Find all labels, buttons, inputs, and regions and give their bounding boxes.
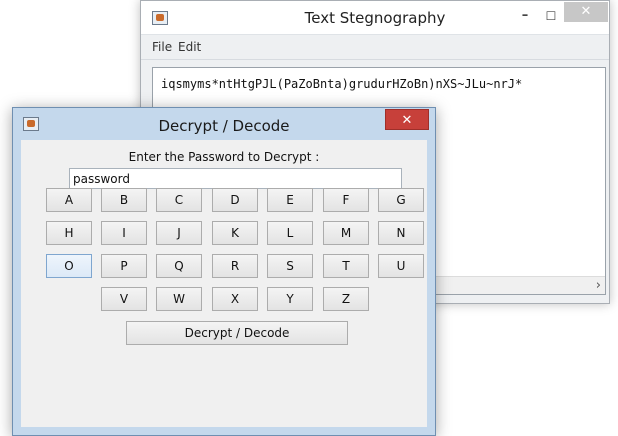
minimize-button[interactable]: – bbox=[512, 5, 538, 27]
dialog-title: Decrypt / Decode bbox=[158, 117, 290, 135]
close-button[interactable]: ✕ bbox=[564, 2, 608, 22]
maximize-button[interactable]: ☐ bbox=[538, 5, 564, 27]
key-n[interactable]: N bbox=[378, 221, 424, 245]
cipher-text: iqsmyms*ntHtgPJL(PaZoBnta)grudurHZoBn)nX… bbox=[161, 77, 523, 91]
main-titlebar[interactable]: Text Stegnography – ☐ ✕ bbox=[141, 1, 609, 34]
key-m[interactable]: M bbox=[323, 221, 369, 245]
key-d[interactable]: D bbox=[212, 188, 258, 212]
key-i[interactable]: I bbox=[101, 221, 147, 245]
key-s[interactable]: S bbox=[267, 254, 313, 278]
password-prompt-label: Enter the Password to Decrypt : bbox=[128, 150, 320, 164]
key-q[interactable]: Q bbox=[156, 254, 202, 278]
key-h[interactable]: H bbox=[46, 221, 92, 245]
dialog-close-button[interactable]: ✕ bbox=[385, 109, 429, 130]
key-u[interactable]: U bbox=[378, 254, 424, 278]
key-p[interactable]: P bbox=[101, 254, 147, 278]
dialog-titlebar[interactable]: Decrypt / Decode ✕ bbox=[13, 108, 435, 140]
decrypt-dialog: Decrypt / Decode ✕ Enter the Password to… bbox=[12, 107, 436, 436]
key-f[interactable]: F bbox=[323, 188, 369, 212]
key-x[interactable]: X bbox=[212, 287, 258, 311]
key-c[interactable]: C bbox=[156, 188, 202, 212]
menu-bar: File Edit bbox=[141, 34, 609, 60]
key-l[interactable]: L bbox=[267, 221, 313, 245]
decrypt-decode-button[interactable]: Decrypt / Decode bbox=[126, 321, 348, 345]
key-b[interactable]: B bbox=[101, 188, 147, 212]
menu-file[interactable]: File bbox=[152, 40, 172, 54]
key-k[interactable]: K bbox=[212, 221, 258, 245]
menu-edit[interactable]: Edit bbox=[178, 40, 201, 54]
key-e[interactable]: E bbox=[267, 188, 313, 212]
key-y[interactable]: Y bbox=[267, 287, 313, 311]
key-z[interactable]: Z bbox=[323, 287, 369, 311]
key-w[interactable]: W bbox=[156, 287, 202, 311]
key-g[interactable]: G bbox=[378, 188, 424, 212]
key-t[interactable]: T bbox=[323, 254, 369, 278]
scroll-right-arrow-icon[interactable]: › bbox=[596, 277, 601, 294]
key-o[interactable]: O bbox=[46, 254, 92, 278]
key-r[interactable]: R bbox=[212, 254, 258, 278]
password-input[interactable] bbox=[69, 168, 402, 189]
key-v[interactable]: V bbox=[101, 287, 147, 311]
dialog-body: Enter the Password to Decrypt : A B C D … bbox=[21, 140, 427, 427]
key-a[interactable]: A bbox=[46, 188, 92, 212]
key-j[interactable]: J bbox=[156, 221, 202, 245]
